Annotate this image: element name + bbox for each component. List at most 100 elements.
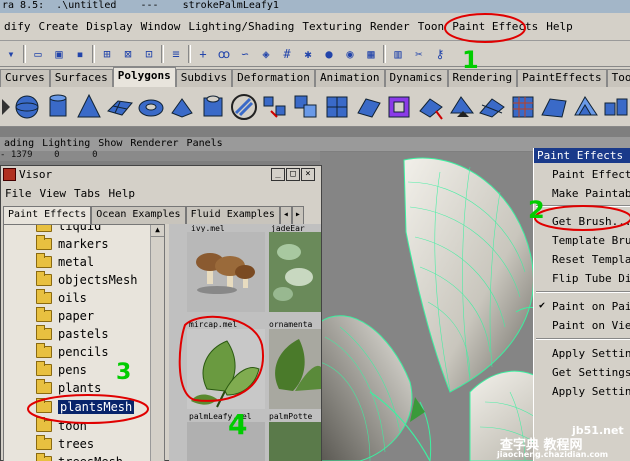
folder-item[interactable]: pastels: [36, 325, 109, 343]
boolean-icon[interactable]: [354, 90, 382, 124]
shelf-tab-toon[interactable]: Toon: [606, 69, 630, 87]
split-edge-ring-icon[interactable]: [509, 90, 537, 124]
folder-item[interactable]: plants: [36, 379, 101, 397]
folder-item[interactable]: oils: [36, 289, 87, 307]
make-live-icon[interactable]: #: [278, 45, 296, 63]
brush-thumb-mushroom[interactable]: [187, 232, 265, 312]
folder-item[interactable]: metal: [36, 253, 94, 271]
visor-menu-help[interactable]: Help: [105, 186, 140, 202]
shelf-tab-painteffects[interactable]: PaintEffects: [517, 69, 607, 87]
wedge-face-icon[interactable]: [571, 90, 599, 124]
brush-thumb-palm-leafy[interactable]: [187, 329, 265, 409]
menu-render[interactable]: Render: [366, 20, 414, 33]
tool-settings-icon[interactable]: ✂: [410, 45, 428, 63]
panel-menu-lighting[interactable]: Lighting: [38, 137, 94, 151]
new-scene-icon[interactable]: ▭: [29, 45, 47, 63]
separate-icon[interactable]: [261, 90, 289, 124]
menu-lighting-shading[interactable]: Lighting/Shading: [184, 20, 298, 33]
cut-faces-icon[interactable]: [478, 90, 506, 124]
shelf-tab-animation[interactable]: Animation: [314, 69, 385, 87]
tab-paint-effects[interactable]: Paint Effects: [3, 206, 92, 224]
folder-item[interactable]: markers: [36, 235, 109, 253]
menu-item-apply-settings-2[interactable]: Apply Setting: [552, 385, 630, 398]
mask-dropdown-icon[interactable]: ≡: [167, 45, 185, 63]
select-object-icon[interactable]: ⊠: [119, 45, 137, 63]
menu-toon[interactable]: Toon: [414, 20, 449, 33]
folder-item[interactable]: treesMesh: [36, 453, 123, 461]
combine-icon[interactable]: [230, 90, 258, 124]
minimize-icon[interactable]: _: [271, 168, 285, 181]
panel-menu-shading[interactable]: ading: [0, 137, 38, 151]
history-icon[interactable]: ✱: [299, 45, 317, 63]
menu-help[interactable]: Help: [542, 20, 577, 33]
folder-item-selected[interactable]: plantsMesh: [36, 398, 135, 416]
panel-menu-show[interactable]: Show: [94, 137, 126, 151]
shelf-tab-dynamics[interactable]: Dynamics: [384, 69, 448, 87]
snap-point-icon[interactable]: ∽: [236, 45, 254, 63]
menu-item-template-brush[interactable]: Template Brus: [552, 234, 630, 247]
panel-menu-renderer[interactable]: Renderer: [126, 137, 182, 151]
tab-scroll-left-icon[interactable]: ◂: [279, 206, 292, 224]
folder-item[interactable]: toon: [36, 417, 87, 435]
shelf-tab-surfaces[interactable]: Surfaces: [49, 69, 113, 87]
extrude-icon[interactable]: [385, 90, 413, 124]
poly-plane-icon[interactable]: [106, 90, 134, 124]
folder-item[interactable]: pencils: [36, 343, 109, 361]
menu-item-paint-on-paintable[interactable]: Paint on Pain: [552, 300, 630, 313]
menu-paint-effects[interactable]: Paint Effects: [448, 20, 542, 33]
mode-dropdown-icon[interactable]: ▾: [2, 45, 20, 63]
panel-menu-panels[interactable]: Panels: [183, 137, 227, 151]
tab-ocean-examples[interactable]: Ocean Examples: [91, 206, 186, 224]
visor-menu-file[interactable]: File: [1, 186, 36, 202]
menu-texturing[interactable]: Texturing: [298, 20, 366, 33]
menu-item-get-brush[interactable]: Get Brush...: [552, 215, 630, 228]
poke-face-icon[interactable]: [540, 90, 568, 124]
menu-item-get-settings[interactable]: Get Settings: [552, 366, 630, 379]
poly-sphere-icon[interactable]: [13, 90, 41, 124]
menu-item-flip-tube-direction[interactable]: Flip Tube Dir: [552, 272, 630, 285]
brush-thumb-ornamental[interactable]: [269, 329, 321, 409]
shelf-tab-rendering[interactable]: Rendering: [447, 69, 518, 87]
render-globals-icon[interactable]: ▦: [362, 45, 380, 63]
folder-item[interactable]: objectsMesh: [36, 271, 137, 289]
brush-thumb[interactable]: [187, 422, 265, 461]
open-scene-icon[interactable]: ▣: [50, 45, 68, 63]
tree-scrollbar[interactable]: ▲: [150, 225, 164, 461]
snap-curve-icon[interactable]: ꝏ: [215, 45, 233, 63]
tab-fluid-examples[interactable]: Fluid Examples: [185, 206, 280, 224]
snap-grid-icon[interactable]: +: [194, 45, 212, 63]
split-polygon-icon[interactable]: [416, 90, 444, 124]
shelf-tab-curves[interactable]: Curves: [0, 69, 50, 87]
brush-thumb[interactable]: [269, 422, 321, 461]
menu-modify[interactable]: dify: [0, 20, 35, 33]
channel-box-icon[interactable]: ⚷: [431, 45, 449, 63]
smooth-icon[interactable]: [323, 90, 351, 124]
maximize-icon[interactable]: □: [286, 168, 300, 181]
poly-cylinder-icon[interactable]: [44, 90, 72, 124]
save-scene-icon[interactable]: ▪: [71, 45, 89, 63]
extract-icon[interactable]: [292, 90, 320, 124]
menu-create[interactable]: Create: [35, 20, 83, 33]
menu-item-make-paintable[interactable]: Make Paintabl: [552, 187, 630, 200]
shelf-tab-subdivs[interactable]: Subdivs: [175, 69, 233, 87]
menu-item-paint-effects[interactable]: Paint Effects: [552, 168, 630, 181]
shelf-tab-deformation[interactable]: Deformation: [232, 69, 315, 87]
poly-prism-icon[interactable]: [168, 90, 196, 124]
tab-scroll-right-icon[interactable]: ▸: [291, 206, 304, 224]
append-polygon-icon[interactable]: [447, 90, 475, 124]
poly-cone-icon[interactable]: [75, 90, 103, 124]
scroll-up-icon[interactable]: ▲: [151, 225, 164, 237]
select-component-icon[interactable]: ⊡: [140, 45, 158, 63]
menu-window[interactable]: Window: [137, 20, 185, 33]
folder-item[interactable]: paper: [36, 307, 94, 325]
select-hierarchy-icon[interactable]: ⊞: [98, 45, 116, 63]
menu-arrow-icon[interactable]: [2, 90, 10, 124]
menu-display[interactable]: Display: [82, 20, 136, 33]
shelf-tab-polygons[interactable]: Polygons: [112, 67, 176, 87]
poly-pipe-icon[interactable]: [199, 90, 227, 124]
duplicate-face-icon[interactable]: [602, 90, 630, 124]
menu-item-paint-on-view-plane[interactable]: Paint on View: [552, 319, 630, 332]
menu-item-reset-template[interactable]: Reset Templat: [552, 253, 630, 266]
visor-menu-view[interactable]: View: [36, 186, 71, 202]
menu-item-apply-settings[interactable]: Apply Setting: [552, 347, 630, 360]
